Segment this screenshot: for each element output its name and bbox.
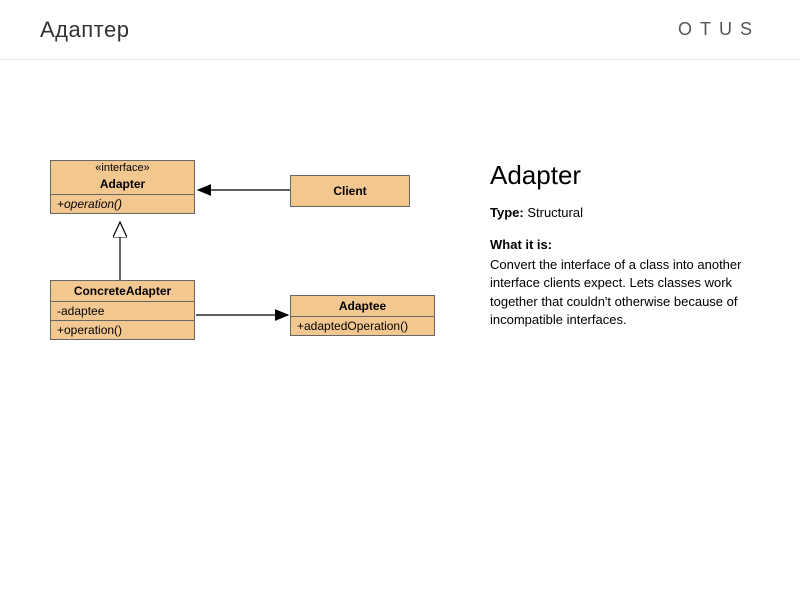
operation: +operation(): [51, 195, 194, 213]
uml-class-client: Client: [290, 175, 410, 207]
class-name: Adapter: [51, 174, 194, 195]
uml-class-concrete-adapter: ConcreteAdapter -adaptee +operation(): [50, 280, 195, 340]
content: «interface» Adapter +operation() Client …: [0, 60, 800, 460]
operation: +operation(): [51, 321, 194, 339]
class-name: ConcreteAdapter: [51, 281, 194, 302]
what-label: What it is:: [490, 236, 760, 254]
brand-logo: OTUS: [678, 19, 760, 40]
uml-diagram: «interface» Adapter +operation() Client …: [40, 160, 460, 460]
type-label: Type:: [490, 205, 524, 220]
field: -adaptee: [51, 302, 194, 321]
what-text: Convert the interface of a class into an…: [490, 257, 741, 327]
pattern-type: Type: Structural: [490, 205, 760, 220]
uml-class-adaptee: Adaptee +adaptedOperation(): [290, 295, 435, 336]
class-name: Client: [291, 176, 409, 206]
description-panel: Adapter Type: Structural What it is: Con…: [490, 160, 760, 460]
header: Адаптер OTUS: [0, 0, 800, 60]
operation: +adaptedOperation(): [291, 317, 434, 335]
uml-interface-adapter: «interface» Adapter +operation(): [50, 160, 195, 214]
pattern-description: What it is: Convert the interface of a c…: [490, 236, 760, 329]
page-title: Адаптер: [40, 17, 129, 43]
class-name: Adaptee: [291, 296, 434, 317]
type-value: Structural: [527, 205, 583, 220]
stereotype: «interface»: [51, 161, 194, 174]
pattern-title: Adapter: [490, 160, 760, 191]
